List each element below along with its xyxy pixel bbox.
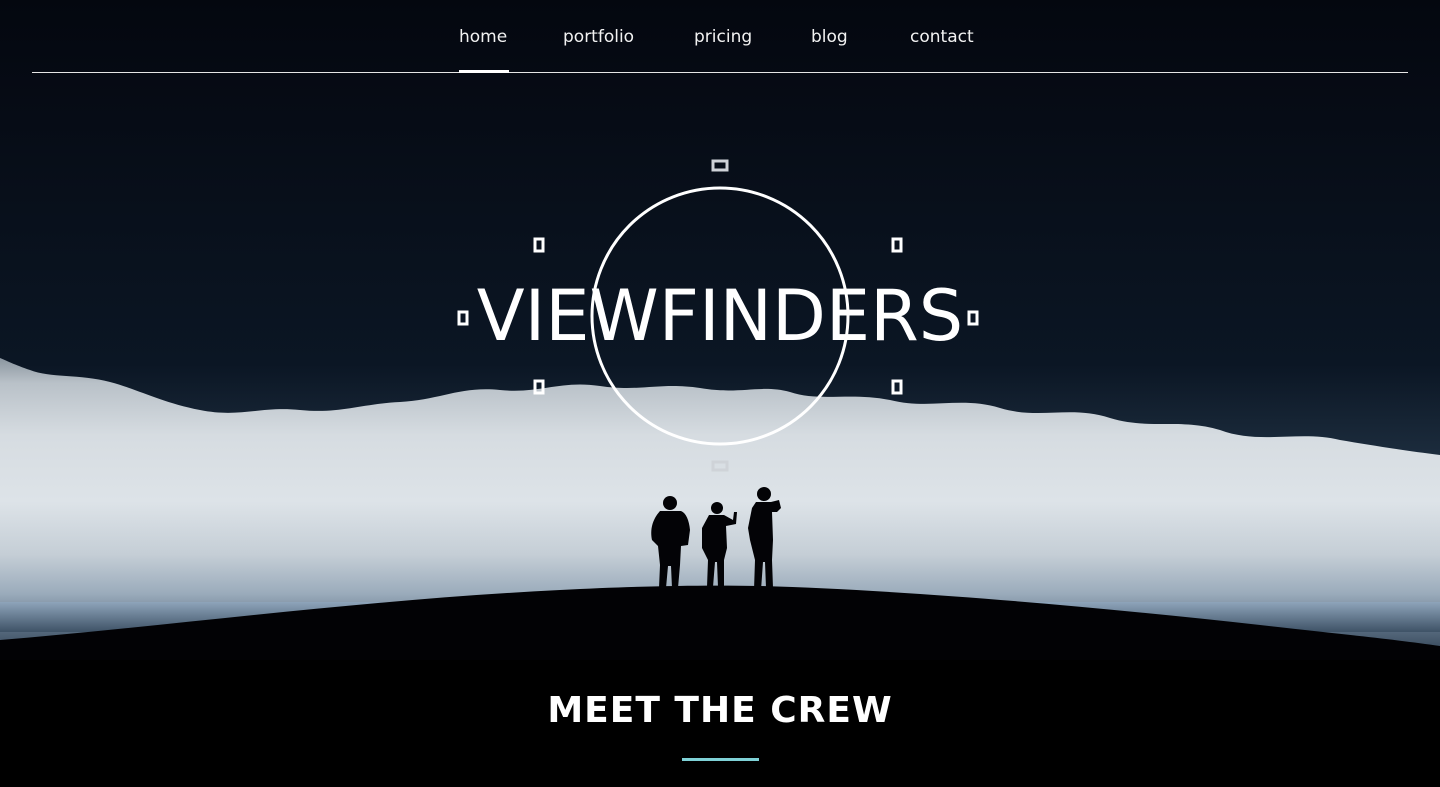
nav-item-pricing[interactable]: pricing [694, 24, 752, 50]
crew-section: MEET THE CREW [0, 660, 1440, 787]
crew-heading-underline [682, 758, 759, 761]
nav-list: home portfolio pricing blog contact [32, 24, 1408, 73]
nav-item-contact[interactable]: contact [910, 24, 974, 50]
nav-item-home[interactable]: home [459, 24, 510, 73]
site-title: VIEWFINDERS [476, 275, 964, 357]
nav-item-portfolio[interactable]: portfolio [563, 24, 634, 50]
page: home portfolio pricing blog contact VIEW… [0, 0, 1440, 787]
people-silhouette [651, 487, 781, 590]
viewfinders-logo: VIEWFINDERS [440, 150, 1000, 480]
crew-heading: MEET THE CREW [547, 690, 893, 731]
main-navigation: home portfolio pricing blog contact [32, 0, 1408, 73]
nav-item-blog[interactable]: blog [811, 24, 848, 50]
